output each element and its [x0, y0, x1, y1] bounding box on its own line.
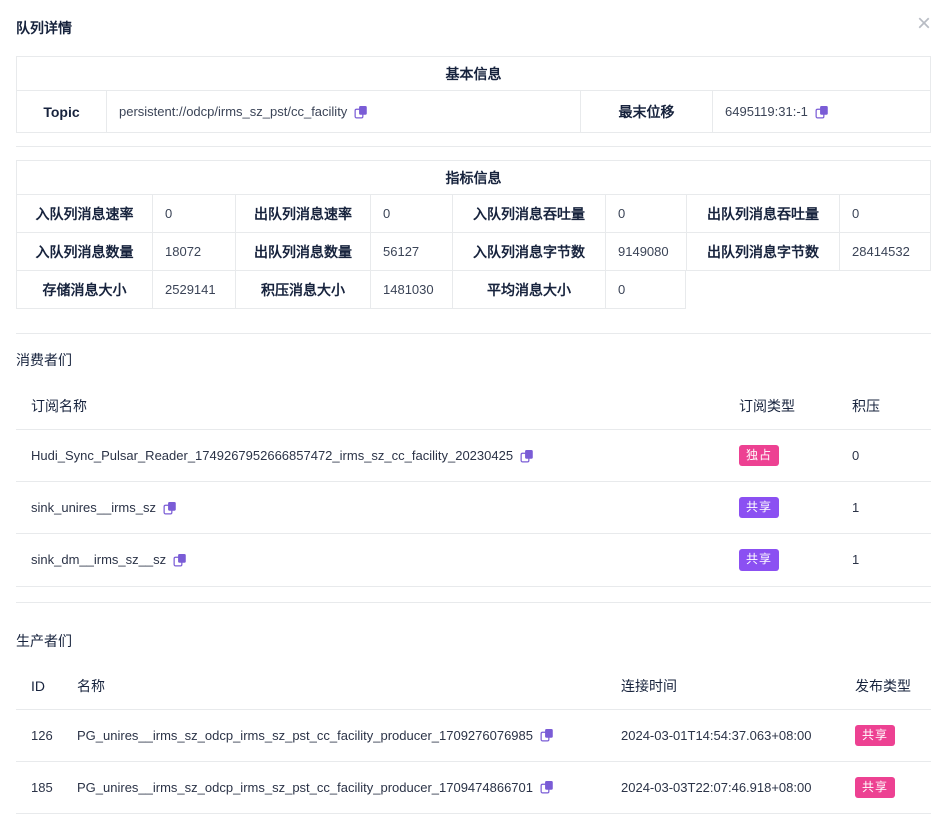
backlog-value: 0: [837, 433, 931, 478]
metric-label: 出队列消息数量: [235, 233, 370, 271]
basic-info-value: persistent://odcp/irms_sz_pst/cc_facilit…: [106, 91, 580, 133]
consumer-row: sink_unires__irms_sz 共享 1: [16, 482, 931, 534]
section-divider: [16, 602, 931, 603]
modal-title: 队列详情: [16, 18, 72, 38]
subscription-type: 共享: [724, 534, 837, 585]
backlog-value: 1: [837, 485, 931, 530]
metric-label: 存储消息大小: [16, 271, 152, 309]
basic-info-label: 最末位移: [580, 91, 712, 133]
subscription-type: 独占: [724, 430, 837, 481]
producers-section: 生产者们 ID名称连接时间发布类型126PG_unires__irms_sz_o…: [16, 631, 931, 814]
basic-info-value-text: 6495119:31:-1: [725, 104, 808, 119]
metric-value: 0: [370, 195, 452, 233]
metric-value: 0: [839, 195, 931, 233]
metric-label: 出队列消息速率: [235, 195, 370, 233]
publish-type: 共享: [840, 710, 931, 761]
metric-value: 0: [152, 195, 235, 233]
producer-name-text: PG_unires__irms_sz_odcp_irms_sz_pst_cc_f…: [77, 780, 533, 795]
column-header: 订阅名称: [16, 382, 724, 429]
consumers-header-row: 订阅名称订阅类型积压: [16, 382, 931, 430]
subscription-type-badge: 共享: [739, 549, 779, 570]
publish-type: 共享: [840, 762, 931, 813]
basic-info-label: Topic: [16, 91, 106, 133]
metrics-header: 指标信息: [16, 161, 931, 195]
section-divider: [16, 333, 931, 334]
producer-row: 126 PG_unires__irms_sz_odcp_irms_sz_pst_c…: [16, 710, 931, 762]
modal-header: 队列详情 ×: [0, 0, 947, 38]
metric-label: 入队列消息数量: [16, 233, 152, 271]
metric-value: 18072: [152, 233, 235, 271]
metric-value: 0: [605, 195, 686, 233]
metric-label: 入队列消息吞吐量: [452, 195, 605, 233]
column-header: 订阅类型: [724, 382, 837, 429]
backlog-value: 1: [837, 537, 931, 582]
queue-detail-modal: 队列详情 × 基本信息Topic persistent://odcp/irms_s…: [0, 0, 947, 779]
metric-value: 0: [605, 271, 686, 309]
metric-label: 积压消息大小: [235, 271, 370, 309]
subscription-type-badge: 共享: [739, 497, 779, 518]
metric-value: 1481030: [370, 271, 452, 309]
column-header: ID: [16, 653, 62, 707]
close-icon[interactable]: ×: [917, 16, 931, 32]
basic-info-value: 6495119:31:-1: [712, 91, 931, 133]
metric-label: 入队列消息字节数: [452, 233, 605, 271]
copy-icon[interactable]: [520, 449, 534, 463]
copy-icon[interactable]: [540, 780, 554, 794]
section-divider: [16, 146, 931, 147]
subscription-name-text: sink_unires__irms_sz: [31, 500, 156, 515]
connect-time: 2024-03-01T14:54:37.063+08:00: [606, 713, 840, 758]
metric-value: 2529141: [152, 271, 235, 309]
connect-time: 2024-03-03T22:07:46.918+08:00: [606, 765, 840, 810]
metric-value: 28414532: [839, 233, 931, 271]
metric-label: 入队列消息速率: [16, 195, 152, 233]
consumers-section: 消费者们 订阅名称订阅类型积压 Hudi_Sync_Pulsar_Reader_1…: [16, 350, 931, 587]
metric-label: 出队列消息吞吐量: [686, 195, 839, 233]
producer-name: PG_unires__irms_sz_odcp_irms_sz_pst_cc_f…: [62, 713, 606, 758]
metric-value: 56127: [370, 233, 452, 271]
subscription-name-text: Hudi_Sync_Pulsar_Reader_1749267952666857…: [31, 448, 513, 463]
copy-icon[interactable]: [163, 501, 177, 515]
metric-label: 平均消息大小: [452, 271, 605, 309]
copy-icon[interactable]: [540, 728, 554, 742]
subscription-type-badge: 独占: [739, 445, 779, 466]
column-header: 名称: [62, 651, 606, 709]
consumer-row: sink_dm__irms_sz__sz 共享 1: [16, 534, 931, 586]
metric-value: 9149080: [605, 233, 686, 271]
producer-id: 126: [16, 713, 62, 758]
subscription-name: sink_dm__irms_sz__sz: [16, 537, 724, 582]
column-header: 发布类型: [840, 651, 931, 709]
empty-cell: [686, 271, 931, 309]
consumer-row: Hudi_Sync_Pulsar_Reader_1749267952666857…: [16, 430, 931, 482]
copy-icon[interactable]: [173, 553, 187, 567]
producer-name-text: PG_unires__irms_sz_odcp_irms_sz_pst_cc_f…: [77, 728, 533, 743]
metrics-table: 指标信息入队列消息速率0出队列消息速率0入队列消息吞吐量0出队列消息吞吐量0入队…: [16, 160, 931, 309]
publish-type-badge: 共享: [855, 725, 895, 746]
producer-row: 185 PG_unires__irms_sz_odcp_irms_sz_pst_c…: [16, 762, 931, 814]
subscription-type: 共享: [724, 482, 837, 533]
producer-id: 185: [16, 765, 62, 810]
basic-info-value-text: persistent://odcp/irms_sz_pst/cc_facilit…: [119, 104, 347, 119]
copy-icon[interactable]: [354, 105, 368, 119]
consumers-table: 订阅名称订阅类型积压 Hudi_Sync_Pulsar_Reader_174926…: [16, 382, 931, 587]
copy-icon[interactable]: [815, 105, 829, 119]
column-header: 积压: [837, 382, 931, 429]
basic-info-table: 基本信息Topic persistent://odcp/irms_sz_pst/c…: [16, 56, 931, 133]
consumers-heading: 消费者们: [16, 350, 931, 370]
column-header: 连接时间: [606, 651, 840, 709]
metric-label: 出队列消息字节数: [686, 233, 839, 271]
producer-name: PG_unires__irms_sz_odcp_irms_sz_pst_cc_f…: [62, 765, 606, 810]
subscription-name: Hudi_Sync_Pulsar_Reader_1749267952666857…: [16, 433, 724, 478]
producers-heading: 生产者们: [16, 631, 931, 651]
subscription-name-text: sink_dm__irms_sz__sz: [31, 552, 166, 567]
publish-type-badge: 共享: [855, 777, 895, 798]
producers-table: ID名称连接时间发布类型126PG_unires__irms_sz_odcp_i…: [16, 651, 931, 814]
producers-header-row: ID名称连接时间发布类型: [16, 651, 931, 710]
modal-body: 基本信息Topic persistent://odcp/irms_sz_pst/c…: [0, 38, 947, 814]
basic-info-header: 基本信息: [16, 57, 931, 91]
subscription-name: sink_unires__irms_sz: [16, 485, 724, 530]
